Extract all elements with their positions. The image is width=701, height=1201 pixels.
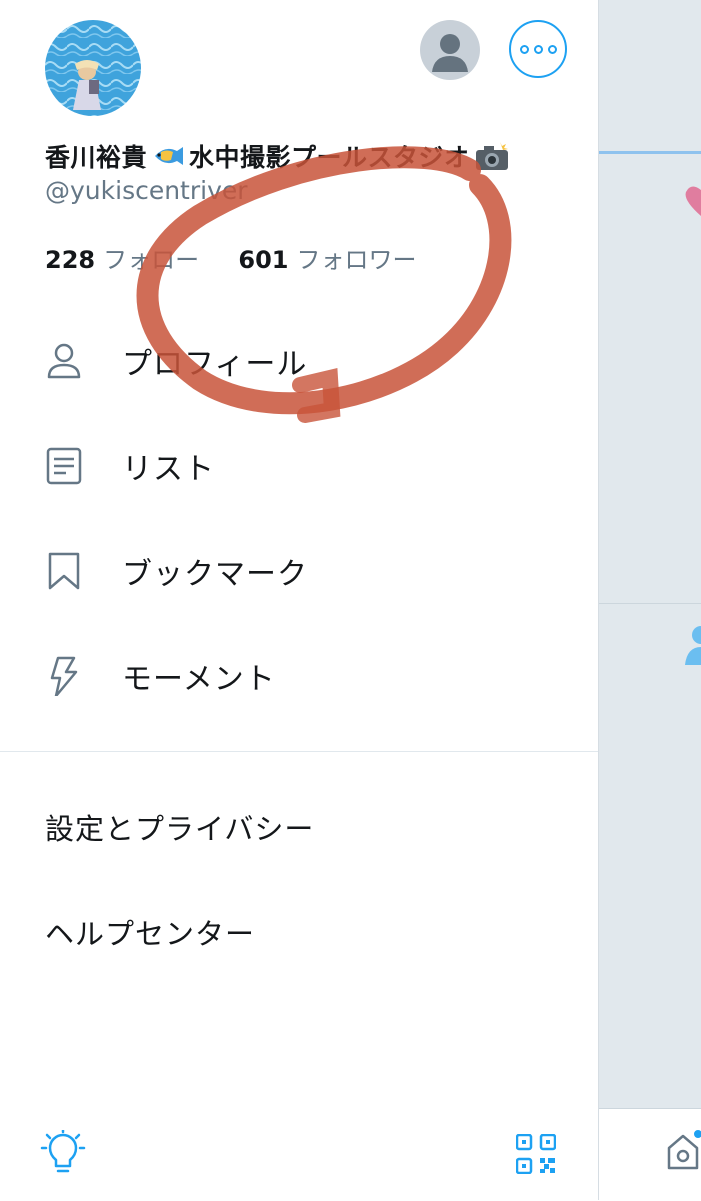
more-dot-icon — [519, 44, 529, 54]
menu-item-help-center[interactable]: ヘルプセンター — [45, 911, 255, 953]
menu-item-label: プロフィール — [122, 347, 308, 382]
following-label: フォロー — [103, 246, 200, 274]
followers-label: フォロワー — [296, 246, 417, 274]
more-dot-icon — [547, 44, 557, 54]
person-icon — [47, 343, 81, 379]
list-icon — [46, 447, 82, 485]
profile-avatar[interactable] — [45, 20, 141, 116]
lightning-icon — [50, 656, 78, 696]
navigation-drawer: 香川裕貴 水中撮影プールスタジオ @yukiscentriver 228 フォロー… — [0, 0, 599, 1200]
menu-item-profile[interactable]: プロフィール — [0, 309, 598, 413]
heart-icon — [685, 186, 701, 216]
bookmark-icon — [48, 552, 80, 590]
timeline-divider — [599, 603, 701, 604]
lightbulb-icon[interactable] — [40, 1130, 86, 1176]
tropical-fish-icon — [155, 147, 184, 165]
display-name: 香川裕貴 — [45, 143, 148, 172]
menu-item-settings-privacy[interactable]: 設定とプライバシー — [45, 806, 314, 848]
home-icon[interactable] — [665, 1130, 701, 1172]
menu-item-label: ブックマーク — [122, 557, 308, 592]
followers-count: 601 — [238, 246, 289, 274]
qr-code-icon[interactable] — [516, 1134, 556, 1174]
menu-item-label: モーメント — [122, 662, 276, 697]
switch-account-button[interactable] — [420, 20, 480, 80]
more-dot-icon — [533, 44, 543, 54]
following-link[interactable]: 228 フォロー — [45, 246, 207, 274]
menu-divider — [0, 751, 598, 752]
camera-flash-icon — [475, 142, 508, 170]
menu-item-moments[interactable]: モーメント — [0, 624, 598, 728]
avatar-image — [45, 20, 141, 116]
more-options-button[interactable] — [509, 20, 567, 78]
menu-item-lists[interactable]: リスト — [0, 414, 598, 518]
profile-handle[interactable]: @yukiscentriver — [45, 176, 248, 205]
following-count: 228 — [45, 246, 96, 274]
tab-underline — [599, 151, 701, 154]
profile-name[interactable]: 香川裕貴 水中撮影プールスタジオ — [45, 136, 510, 176]
underlying-timeline — [599, 0, 701, 1201]
menu-item-bookmarks[interactable]: ブックマーク — [0, 519, 598, 623]
person-icon — [685, 626, 701, 665]
followers-link[interactable]: 601 フォロワー — [238, 246, 416, 274]
follow-stats: 228 フォロー 601 フォロワー — [45, 240, 417, 275]
menu-item-label: リスト — [122, 452, 215, 487]
default-avatar-icon — [432, 34, 468, 72]
display-name-suffix: 水中撮影プールスタジオ — [189, 143, 470, 172]
